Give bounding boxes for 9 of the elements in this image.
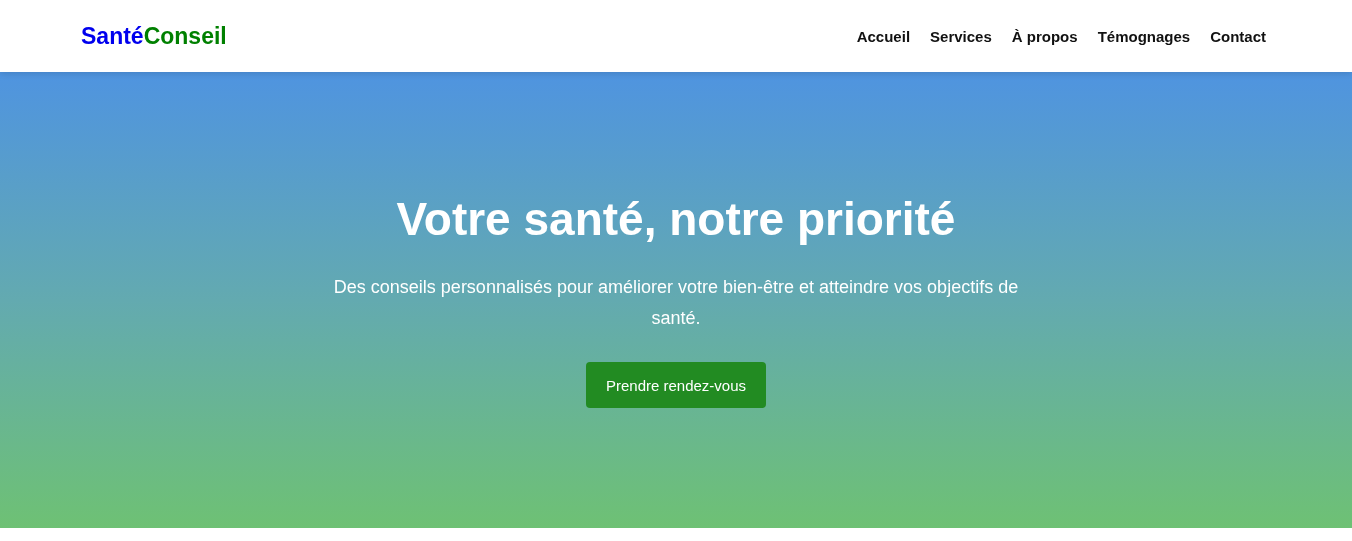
hero-title: Votre santé, notre priorité — [396, 192, 956, 246]
nav-link[interactable]: Témognages — [1097, 27, 1191, 45]
nav-link[interactable]: À propos — [1011, 27, 1078, 45]
hero-subtitle: Des conseils personnalisés pour améliorer votre bien-être et atteindre vos objectifs de santé. — [332, 276, 1020, 330]
nav-link[interactable]: Contact — [1210, 27, 1266, 45]
nav-link[interactable]: Services — [930, 27, 992, 45]
logo[interactable]: SantéConseil — [81, 22, 227, 50]
nav-link[interactable]: Accueil — [856, 27, 911, 45]
appointment-button[interactable]: Prendre rendez-vous — [585, 362, 767, 408]
